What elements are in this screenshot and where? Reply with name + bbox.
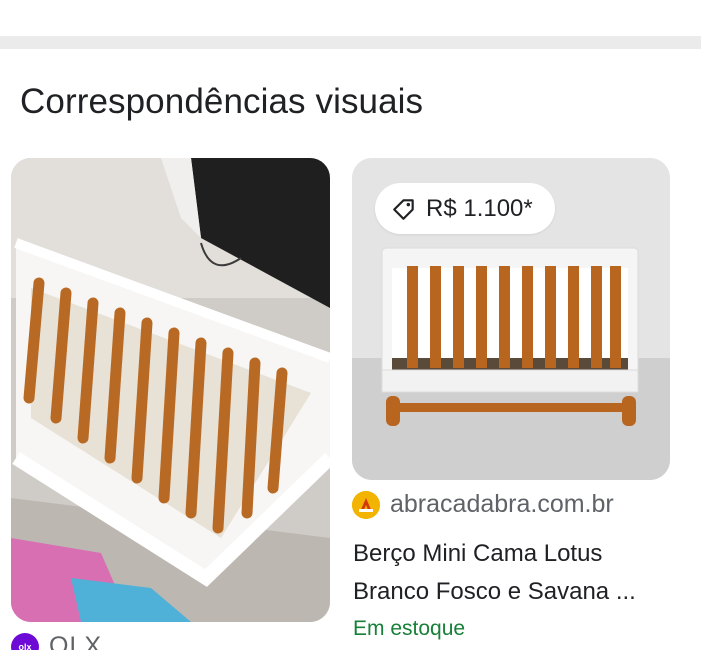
abracadabra-logo-icon [352,490,380,519]
source-name: OLX [49,632,103,650]
product-title-line-1: Berço Mini Cama Lotus [353,540,603,567]
price-label: R$ 1.100* [426,194,533,222]
result-image-olx[interactable] [11,158,330,622]
section-title: Correspondências visuais [20,82,424,121]
olx-logo-icon: olx [11,632,39,650]
product-title-link[interactable]: Berço Mini Cama Lotus Branco Fosco e Sav… [353,535,683,611]
stock-status: Em estoque [353,617,466,640]
section-divider [0,36,701,49]
source-abracadabra[interactable]: abracadabra.com.br [352,490,614,519]
crib-photo-image [11,158,330,622]
product-title-line-2: Branco Fosco e Savana ... [353,578,636,605]
price-badge: R$ 1.100* [375,183,555,234]
price-tag-icon [390,195,418,223]
source-domain: abracadabra.com.br [390,490,614,518]
source-olx[interactable]: olx OLX [11,632,102,650]
